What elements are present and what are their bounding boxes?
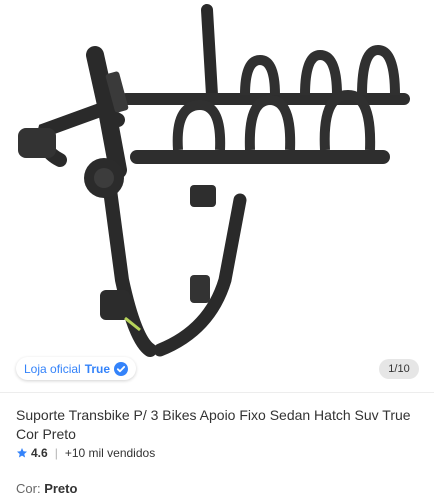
product-image-gallery[interactable]: Loja oficial True 1/10 — [0, 0, 434, 392]
store-badge-prefix: Loja oficial — [24, 361, 81, 376]
color-variant[interactable]: Cor: Preto — [16, 481, 77, 496]
star-icon — [16, 447, 28, 459]
product-image[interactable] — [0, 0, 434, 392]
divider — [0, 392, 434, 393]
official-store-badge[interactable]: Loja oficial True — [16, 357, 137, 380]
rating-value: 4.6 — [31, 446, 48, 460]
image-counter: 1/10 — [379, 359, 419, 379]
product-title: Suporte Transbike P/ 3 Bikes Apoio Fixo … — [16, 407, 411, 442]
store-badge-name: True — [84, 361, 111, 376]
sold-count: +10 mil vendidos — [64, 446, 156, 460]
variant-label: Cor: — [16, 481, 41, 496]
rating-separator: | — [54, 446, 58, 460]
variant-value: Preto — [44, 481, 78, 496]
verified-check-icon — [114, 361, 129, 376]
rating-row[interactable]: 4.6 | +10 mil vendidos — [16, 445, 155, 461]
